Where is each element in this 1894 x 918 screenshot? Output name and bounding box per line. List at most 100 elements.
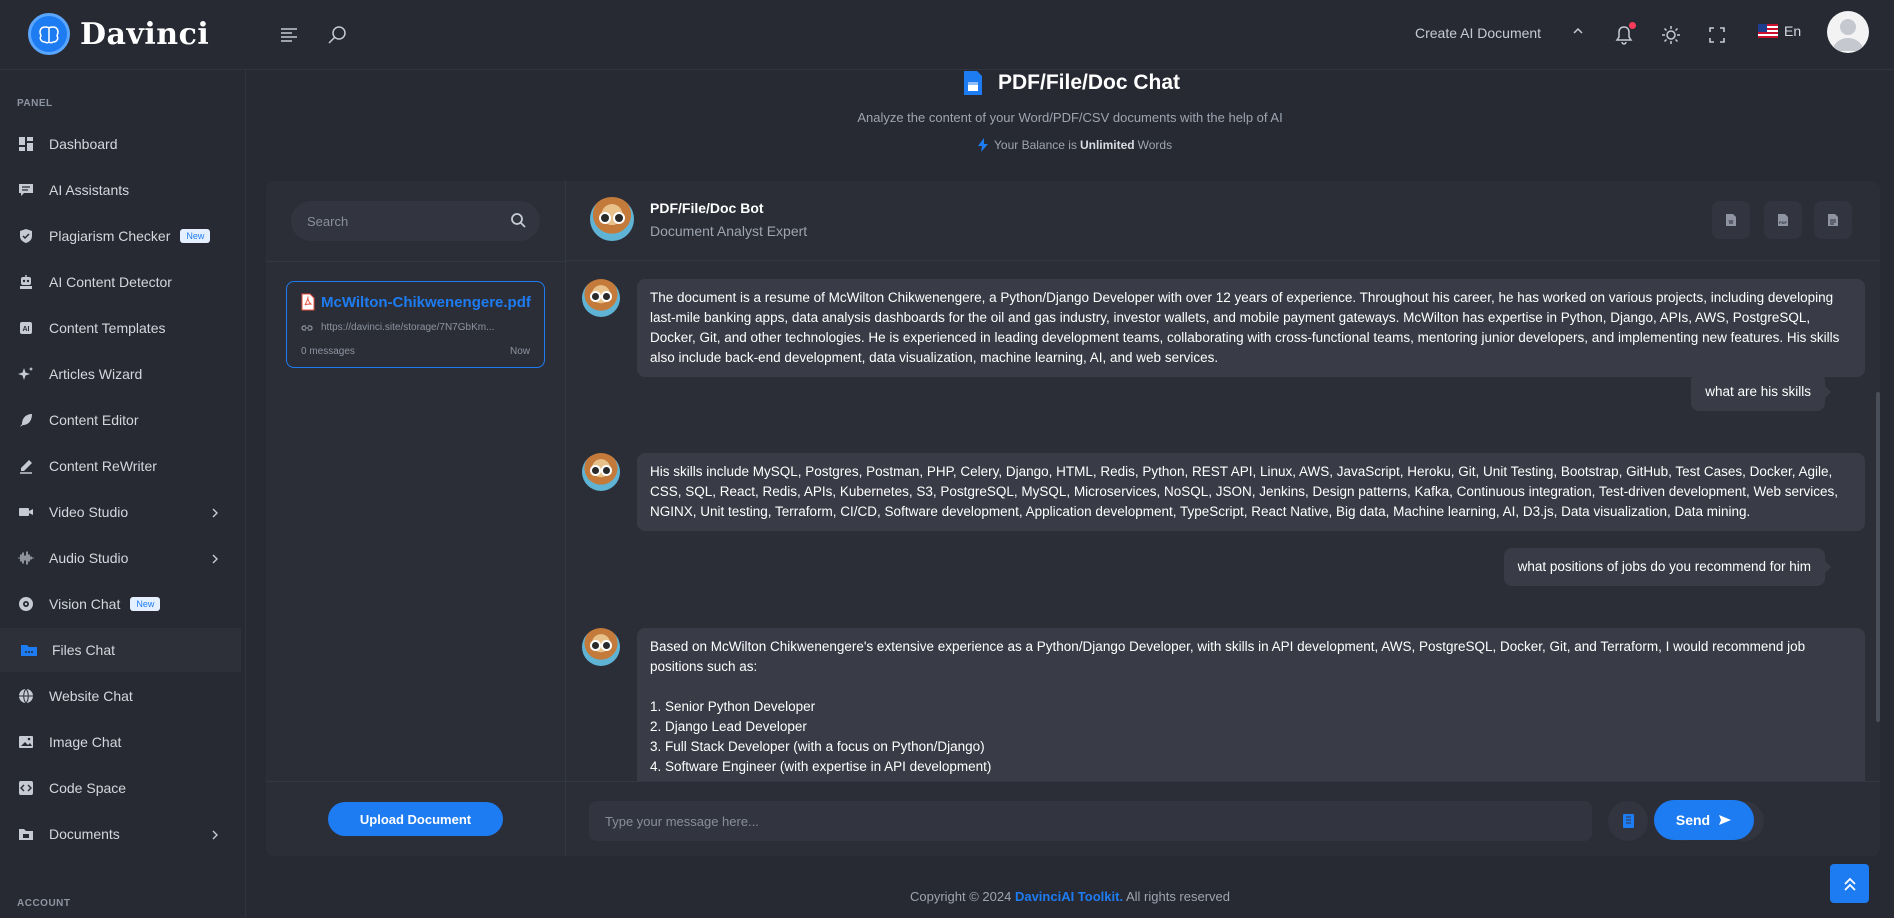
brain-logo-icon [28, 13, 70, 55]
document-title-icon [962, 70, 984, 96]
balance-suffix: Words [1137, 138, 1173, 152]
svg-text:W: W [1729, 220, 1734, 226]
chat-card: Search McWilton-Chikwenengere.pdf https:… [266, 181, 1880, 856]
file-name: McWilton-Chikwenengere.pdf [301, 293, 531, 311]
list-item: 1. Senior Python Developer [650, 699, 816, 714]
search-icon[interactable] [510, 212, 526, 231]
file-url-text: https://davinci.site/storage/7N7GbKm... [321, 322, 495, 333]
bot-message: His skills include MySQL, Postgres, Post… [637, 453, 1865, 531]
sidebar-item-website-chat[interactable]: Website Chat [0, 674, 241, 718]
link-icon [301, 323, 313, 333]
chevron-right-icon [211, 505, 219, 521]
export-pdf-button[interactable]: PDF [1764, 201, 1802, 239]
svg-text:AI: AI [23, 326, 30, 333]
sidebar-item-articles-wizard[interactable]: Articles Wizard [0, 352, 241, 396]
sidebar-item-video-studio[interactable]: Video Studio [0, 490, 241, 534]
theme-sun-icon[interactable] [1658, 22, 1684, 48]
bot-avatar [582, 279, 620, 317]
sidebar-item-content-editor[interactable]: Content Editor [0, 398, 241, 442]
sidebar-item-label: Website Chat [49, 688, 133, 704]
user-message: what positions of jobs do you recommend … [1503, 548, 1832, 586]
sidebar-item-label: Audio Studio [49, 550, 129, 566]
lightning-icon [978, 138, 988, 152]
text-file-icon [1827, 213, 1839, 227]
toolkit-link[interactable]: DavinciAI Toolkit. [1015, 889, 1123, 904]
file-message-count: 0 messages [301, 346, 355, 357]
bot-message: The document is a resume of McWilton Chi… [637, 279, 1865, 377]
brand-name: Davinci [80, 16, 210, 52]
document-prompt-button[interactable] [1608, 801, 1648, 841]
sidebar-item-label: Content ReWriter [49, 458, 157, 474]
send-button[interactable]: Send [1654, 800, 1754, 840]
balance-prefix: Your Balance is [994, 138, 1077, 152]
chat-icon [17, 181, 35, 199]
copyright-suffix: All rights reserved [1125, 889, 1231, 904]
audio-wave-icon [17, 549, 35, 567]
sidebar-item-dashboard[interactable]: Dashboard [0, 122, 241, 166]
file-timestamp: Now [509, 346, 530, 357]
divider [266, 781, 566, 782]
search-placeholder: Search [307, 213, 349, 229]
sidebar-item-content-rewriter[interactable]: Content ReWriter [0, 444, 241, 488]
sidebar-item-label: AI Assistants [49, 182, 130, 198]
list-item: 4. Software Engineer (with expertise in … [650, 759, 992, 774]
create-ai-document-link[interactable]: Create AI Document [1415, 25, 1541, 41]
us-flag-icon [1758, 24, 1778, 38]
book-icon [1621, 813, 1635, 829]
sidebar: PANEL Dashboard AI Assistants Plagiarism… [0, 70, 246, 918]
double-chevron-up-icon [1842, 876, 1858, 892]
sidebar-item-image-chat[interactable]: Image Chat [0, 720, 241, 764]
list-item: 3. Full Stack Developer (with a focus on… [650, 739, 985, 754]
upload-document-button[interactable]: Upload Document [328, 802, 503, 836]
notification-bell-icon[interactable] [1611, 22, 1637, 48]
sidebar-item-label: Code Space [49, 780, 127, 796]
word-file-icon: W [1725, 213, 1737, 227]
file-list-item[interactable]: McWilton-Chikwenengere.pdf https://davin… [286, 281, 545, 368]
fullscreen-icon[interactable] [1704, 22, 1730, 48]
ai-template-icon: AI [17, 319, 35, 337]
sidebar-item-label: Files Chat [52, 642, 116, 658]
svg-text:PDF: PDF [1779, 220, 1788, 225]
send-arrow-icon [1718, 814, 1732, 826]
sidebar-item-documents[interactable]: Documents [0, 812, 241, 856]
sidebar-item-ai-content-detector[interactable]: AI Content Detector [0, 260, 241, 304]
sidebar-item-plagiarism-checker[interactable]: Plagiarism Checker New [0, 214, 241, 258]
sidebar-item-label: Image Chat [49, 734, 122, 750]
bot-avatar [582, 628, 620, 666]
message-composer: Send [566, 781, 1880, 856]
send-label: Send [1675, 812, 1711, 828]
sidebar-item-label: Vision Chat [49, 596, 121, 612]
user-avatar[interactable] [1827, 11, 1869, 53]
chat-scrollbar[interactable] [1876, 392, 1880, 722]
documents-icon [17, 825, 35, 843]
sidebar-item-vision-chat[interactable]: Vision Chat New [0, 582, 241, 626]
chat-header: PDF/File/Doc Bot Document Analyst Expert… [566, 181, 1880, 261]
list-item: 2. Django Lead Developer [650, 719, 807, 734]
file-name-text: McWilton-Chikwenengere.pdf [321, 293, 531, 311]
brand-logo[interactable]: Davinci [28, 13, 209, 55]
export-word-button[interactable]: W [1712, 201, 1750, 239]
sidebar-item-label: Content Templates [49, 320, 166, 336]
balance-info: Your Balance is Unlimited Words [978, 138, 1172, 152]
dashboard-icon [17, 135, 35, 153]
sidebar-item-code-space[interactable]: Code Space [0, 766, 241, 810]
code-icon [17, 779, 35, 797]
sidebar-item-content-templates[interactable]: AI Content Templates [0, 306, 241, 350]
divider [266, 261, 566, 262]
back-to-top-button[interactable] [1830, 864, 1869, 903]
export-text-button[interactable] [1814, 201, 1852, 239]
sidebar-item-audio-studio[interactable]: Audio Studio [0, 536, 241, 580]
sidebar-item-ai-assistants[interactable]: AI Assistants [0, 168, 241, 212]
menu-toggle-icon[interactable] [276, 22, 302, 48]
file-search-box[interactable]: Search [291, 201, 540, 241]
message-input[interactable] [589, 801, 1592, 841]
bot-message-text: Based on McWilton Chikwenengere's extens… [650, 639, 1806, 674]
language-selector[interactable]: En [1758, 23, 1801, 39]
file-url: https://davinci.site/storage/7N7GbKm... [301, 322, 494, 333]
search-icon[interactable] [324, 22, 350, 48]
user-message: what are his skills [1691, 373, 1831, 411]
language-label: En [1784, 23, 1802, 39]
folder-icon [20, 641, 38, 659]
chevron-up-icon[interactable] [1572, 24, 1584, 42]
sidebar-item-files-chat[interactable]: Files Chat [0, 628, 241, 672]
